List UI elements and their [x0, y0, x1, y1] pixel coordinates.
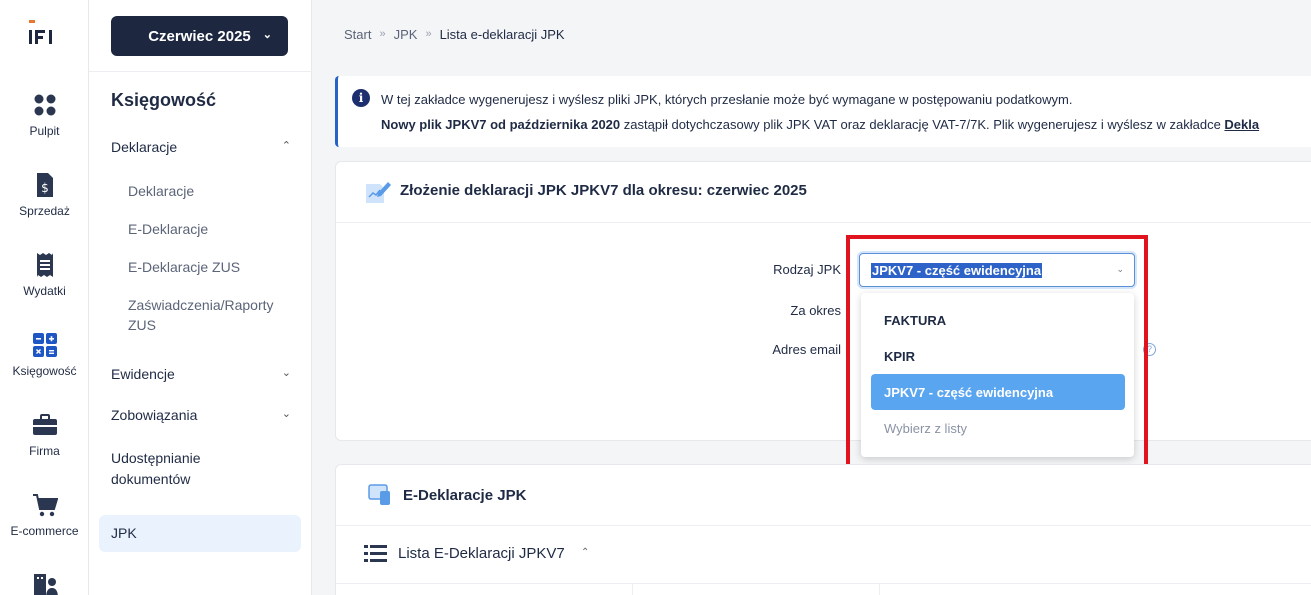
info-text-line1: W tej zakładce wygenerujesz i wyślesz pl…: [381, 92, 1073, 107]
breadcrumb-start[interactable]: Start: [344, 27, 371, 42]
chevron-up-icon[interactable]: ⌃: [581, 547, 589, 558]
svg-text:$: $: [41, 181, 49, 195]
jpk-submission-card: Złożenie deklaracji JPK JPKV7 dla okresu…: [335, 161, 1311, 441]
dashboard-icon: [34, 94, 55, 116]
ifi-logo[interactable]: [26, 20, 56, 50]
nav-item-e-deklaracje-zus[interactable]: E-Deklaracje ZUS: [128, 257, 298, 277]
chevron-down-icon: ⌄: [262, 29, 272, 41]
breadcrumb-current: Lista e-deklaracji JPK: [439, 27, 565, 42]
rail-label: Firma: [29, 444, 60, 458]
buildings-icon: [33, 574, 58, 595]
nav-item-zaswiadczenia-raporty-zus[interactable]: Zaświadczenia/Raporty ZUS: [128, 295, 298, 335]
section-title: Księgowość: [111, 90, 217, 110]
rail-item-ksiegowosc[interactable]: Księgowość: [0, 332, 89, 378]
rail-item-buildings[interactable]: [0, 572, 89, 595]
info-bold-text: Nowy plik JPKV7 od października 2020: [381, 117, 621, 132]
nav-group-label: Ewidencje: [111, 366, 175, 382]
cart-icon: [32, 494, 58, 517]
document-edit-icon: [366, 182, 391, 203]
divider: [89, 71, 312, 72]
nav-group-label: Deklaracje: [111, 139, 178, 155]
nav-group-label: Zobowiązania: [111, 407, 198, 423]
nav-item-e-deklaracje[interactable]: E-Deklaracje: [128, 219, 298, 239]
rail-item-ecommerce[interactable]: E-commerce: [0, 492, 89, 538]
breadcrumb-jpk[interactable]: JPK: [394, 27, 418, 42]
highlight-box: [846, 235, 1148, 471]
chevron-right-icon: »: [379, 28, 386, 40]
nav-item-deklaracje[interactable]: Deklaracje: [128, 181, 298, 201]
info-text: zastąpił dotychczasowy plik JPK VAT oraz…: [620, 117, 1225, 132]
chevron-down-icon: ⌄: [281, 367, 291, 379]
card-title: E-Deklaracje JPK: [403, 487, 527, 504]
receipt-icon: [36, 253, 53, 277]
info-icon: i: [352, 89, 370, 107]
rail-item-pulpit[interactable]: Pulpit: [0, 92, 89, 138]
rail-label: E-commerce: [10, 524, 79, 538]
chevron-right-icon: »: [425, 28, 432, 40]
devices-icon: [368, 484, 390, 505]
period-label: Czerwiec 2025: [148, 27, 251, 45]
divider: [336, 583, 1311, 584]
card-title: Złożenie deklaracji JPK JPKV7 dla okresu…: [400, 182, 807, 199]
field-label-za-okres: Za okres: [790, 303, 841, 318]
calculator-icon: [32, 333, 57, 357]
info-banner: i W tej zakładce wygenerujesz i wyślesz …: [335, 76, 1311, 147]
column-divider: [879, 584, 880, 595]
column-divider: [632, 584, 633, 595]
breadcrumb: Start » JPK » Lista e-deklaracji JPK: [344, 27, 565, 42]
chevron-down-icon: ⌄: [281, 408, 291, 420]
rail-item-sprzedaz[interactable]: $ Sprzedaż: [0, 172, 89, 218]
rail-label: Pulpit: [29, 124, 60, 138]
list-title[interactable]: Lista E-Deklaracji JPKV7: [398, 545, 565, 562]
rail-label: Sprzedaż: [19, 204, 70, 218]
main-rail: Pulpit $ Sprzedaż Wydatki Księgowość Fir…: [0, 0, 89, 595]
secondary-nav: Czerwiec 2025 ⌄ Księgowość Deklaracje ⌃ …: [89, 0, 312, 595]
period-selector-button[interactable]: Czerwiec 2025 ⌄: [111, 16, 288, 56]
divider: [336, 525, 1311, 526]
invoice-dollar-icon: $: [36, 173, 53, 197]
card-header: Złożenie deklaracji JPK JPKV7 dla okresu…: [336, 162, 1311, 223]
info-link[interactable]: Dekla: [1224, 117, 1259, 132]
rail-item-firma[interactable]: Firma: [0, 412, 89, 458]
nav-group-deklaracje[interactable]: Deklaracje ⌃: [111, 139, 291, 155]
rail-label: Księgowość: [12, 364, 77, 378]
nav-group-zobowiazania[interactable]: Zobowiązania ⌄: [111, 407, 291, 423]
field-label-rodzaj-jpk: Rodzaj JPK: [773, 262, 841, 277]
rail-item-wydatki[interactable]: Wydatki: [0, 252, 89, 298]
nav-item-jpk[interactable]: JPK: [99, 515, 301, 552]
e-deklaracje-card: E-Deklaracje JPK Lista E-Deklaracji JPKV…: [335, 464, 1311, 595]
nav-item-udostepnianie-dokumentow[interactable]: Udostępnianie dokumentów: [111, 448, 231, 490]
list-icon: [364, 545, 387, 562]
nav-group-ewidencje[interactable]: Ewidencje ⌄: [111, 366, 291, 382]
rail-label: Wydatki: [23, 284, 66, 298]
chevron-up-icon: ⌃: [281, 140, 291, 152]
info-text-line2: Nowy plik JPKV7 od października 2020 zas…: [381, 117, 1259, 132]
field-label-adres-email: Adres email: [772, 342, 841, 357]
briefcase-icon: [32, 414, 57, 435]
